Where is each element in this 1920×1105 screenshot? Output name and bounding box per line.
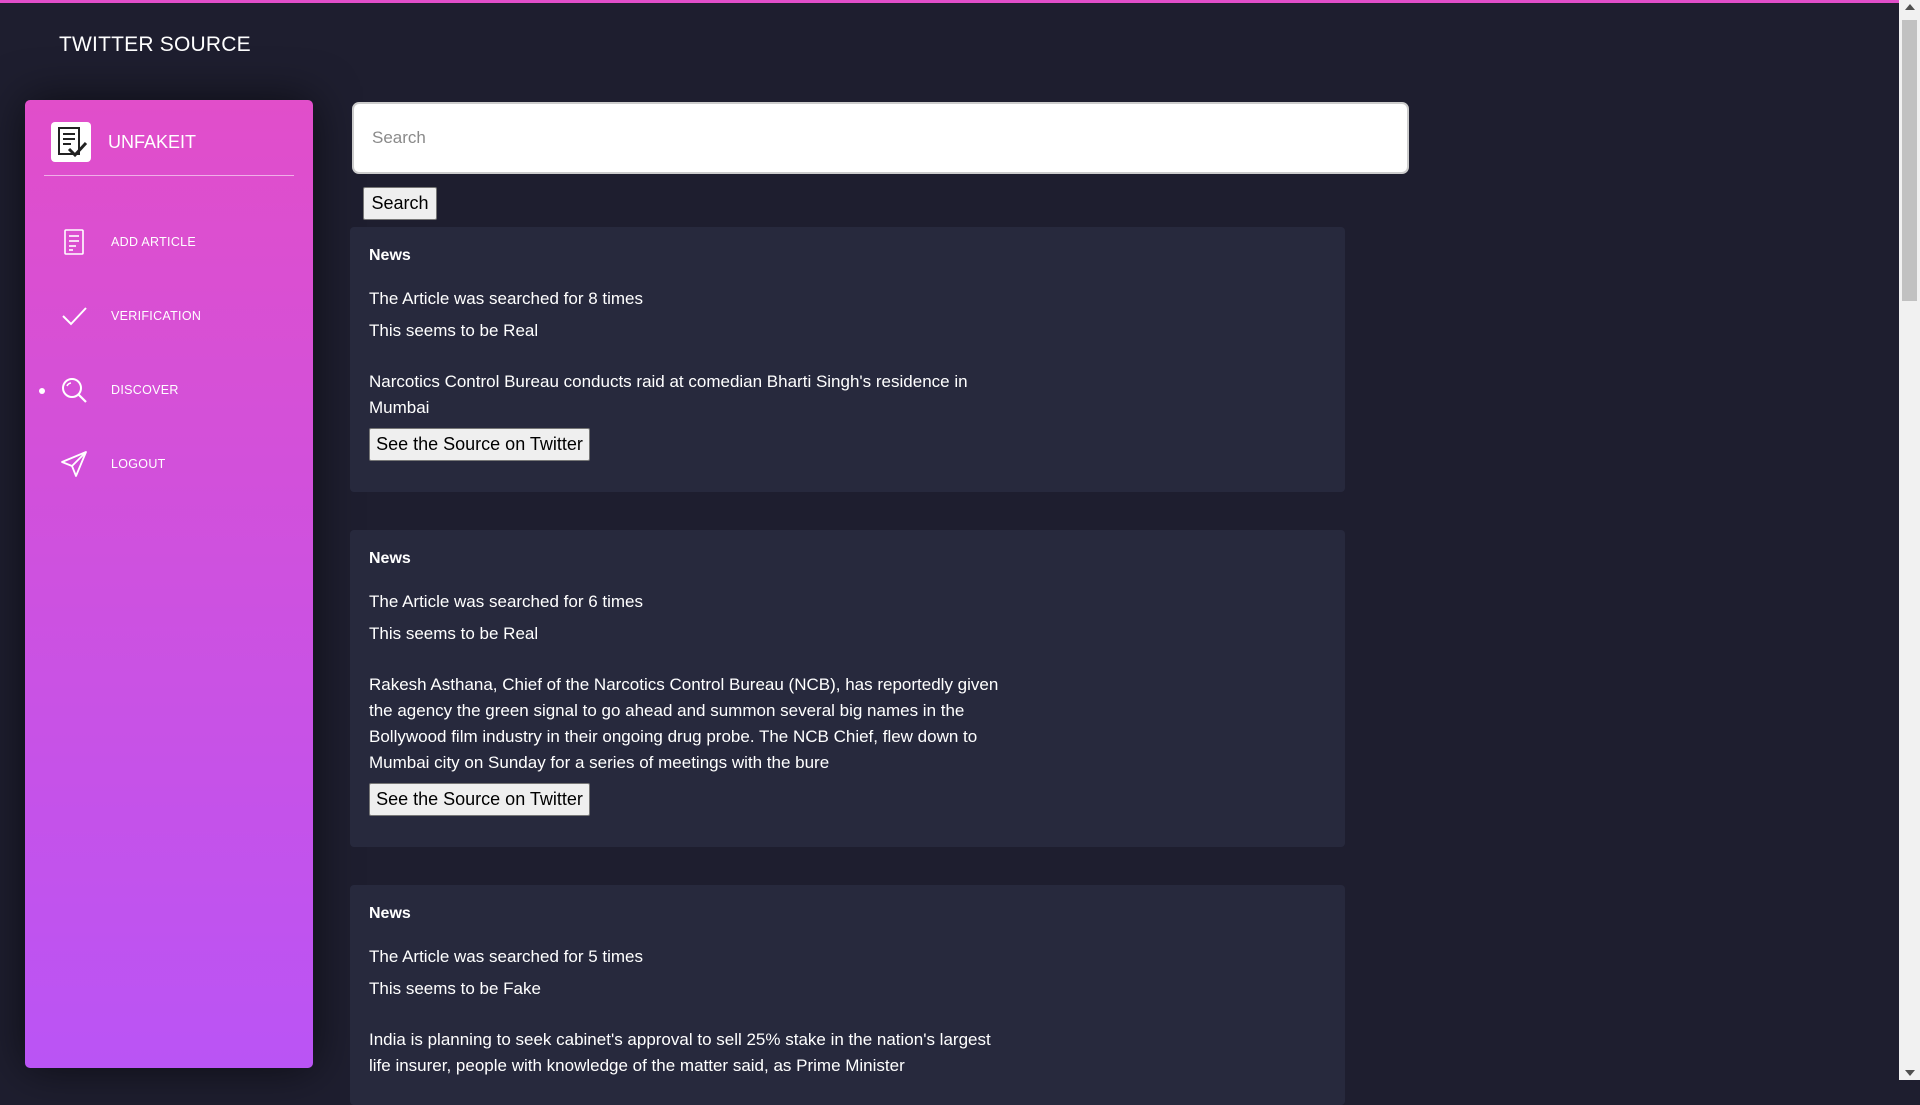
search-icon — [60, 376, 88, 404]
brand-name: UNFAKEIT — [108, 131, 197, 152]
sidebar-item-label: DISCOVER — [111, 383, 179, 397]
verdict: This seems to be Real — [369, 321, 539, 340]
search-count: The Article was searched for 8 times — [369, 289, 644, 308]
verdict: This seems to be Fake — [369, 979, 541, 998]
sidebar-item-add-article[interactable]: ADD ARTICLE — [25, 205, 313, 279]
search-count: The Article was searched for 5 times — [369, 947, 644, 966]
search-button[interactable]: Search — [363, 187, 437, 220]
sidebar-nav: ADD ARTICLE VERIFICATION DISCOVER LOGOUT — [25, 205, 313, 501]
verdict: This seems to be Real — [369, 624, 539, 643]
page-title: TWITTER SOURCE — [59, 33, 251, 56]
top-accent-bar — [0, 0, 1899, 3]
active-indicator — [39, 388, 45, 394]
search-input[interactable] — [352, 102, 1409, 174]
sidebar-item-logout[interactable]: LOGOUT — [25, 427, 313, 501]
sidebar-item-label: ADD ARTICLE — [111, 235, 197, 249]
checkmark-icon — [60, 302, 88, 330]
sidebar-item-discover[interactable]: DISCOVER — [25, 353, 313, 427]
article-text: India is planning to seek cabinet's appr… — [369, 1030, 991, 1075]
brand[interactable]: UNFAKEIT — [51, 120, 196, 164]
vertical-scrollbar[interactable] — [1899, 0, 1920, 1080]
checklist-logo-icon — [51, 122, 91, 162]
sidebar-item-verification[interactable]: VERIFICATION — [25, 279, 313, 353]
article-icon — [60, 228, 88, 256]
article-category: News — [369, 550, 411, 567]
article-category: News — [369, 905, 411, 922]
sidebar-item-label: VERIFICATION — [111, 309, 202, 323]
paper-plane-icon — [60, 450, 88, 478]
article-text: Rakesh Asthana, Chief of the Narcotics C… — [369, 675, 999, 772]
article-card: News The Article was searched for 6 time… — [350, 530, 1345, 847]
twitter-source-button[interactable]: See the Source on Twitter — [369, 783, 590, 816]
article-card: News The Article was searched for 5 time… — [350, 885, 1345, 1105]
article-card: News The Article was searched for 8 time… — [350, 227, 1345, 492]
search-count: The Article was searched for 6 times — [369, 592, 644, 611]
twitter-source-button[interactable]: See the Source on Twitter — [369, 428, 590, 461]
article-category: News — [369, 247, 411, 264]
sidebar: UNFAKEIT ADD ARTICLE VERIFICATION DISCOV… — [25, 100, 313, 1068]
brand-divider — [44, 175, 294, 176]
scroll-up-arrow-icon[interactable] — [1905, 4, 1915, 10]
scroll-down-arrow-icon[interactable] — [1905, 1070, 1915, 1076]
article-text: Narcotics Control Bureau conducts raid a… — [369, 372, 968, 417]
scroll-thumb[interactable] — [1902, 20, 1917, 301]
sidebar-item-label: LOGOUT — [111, 457, 166, 471]
